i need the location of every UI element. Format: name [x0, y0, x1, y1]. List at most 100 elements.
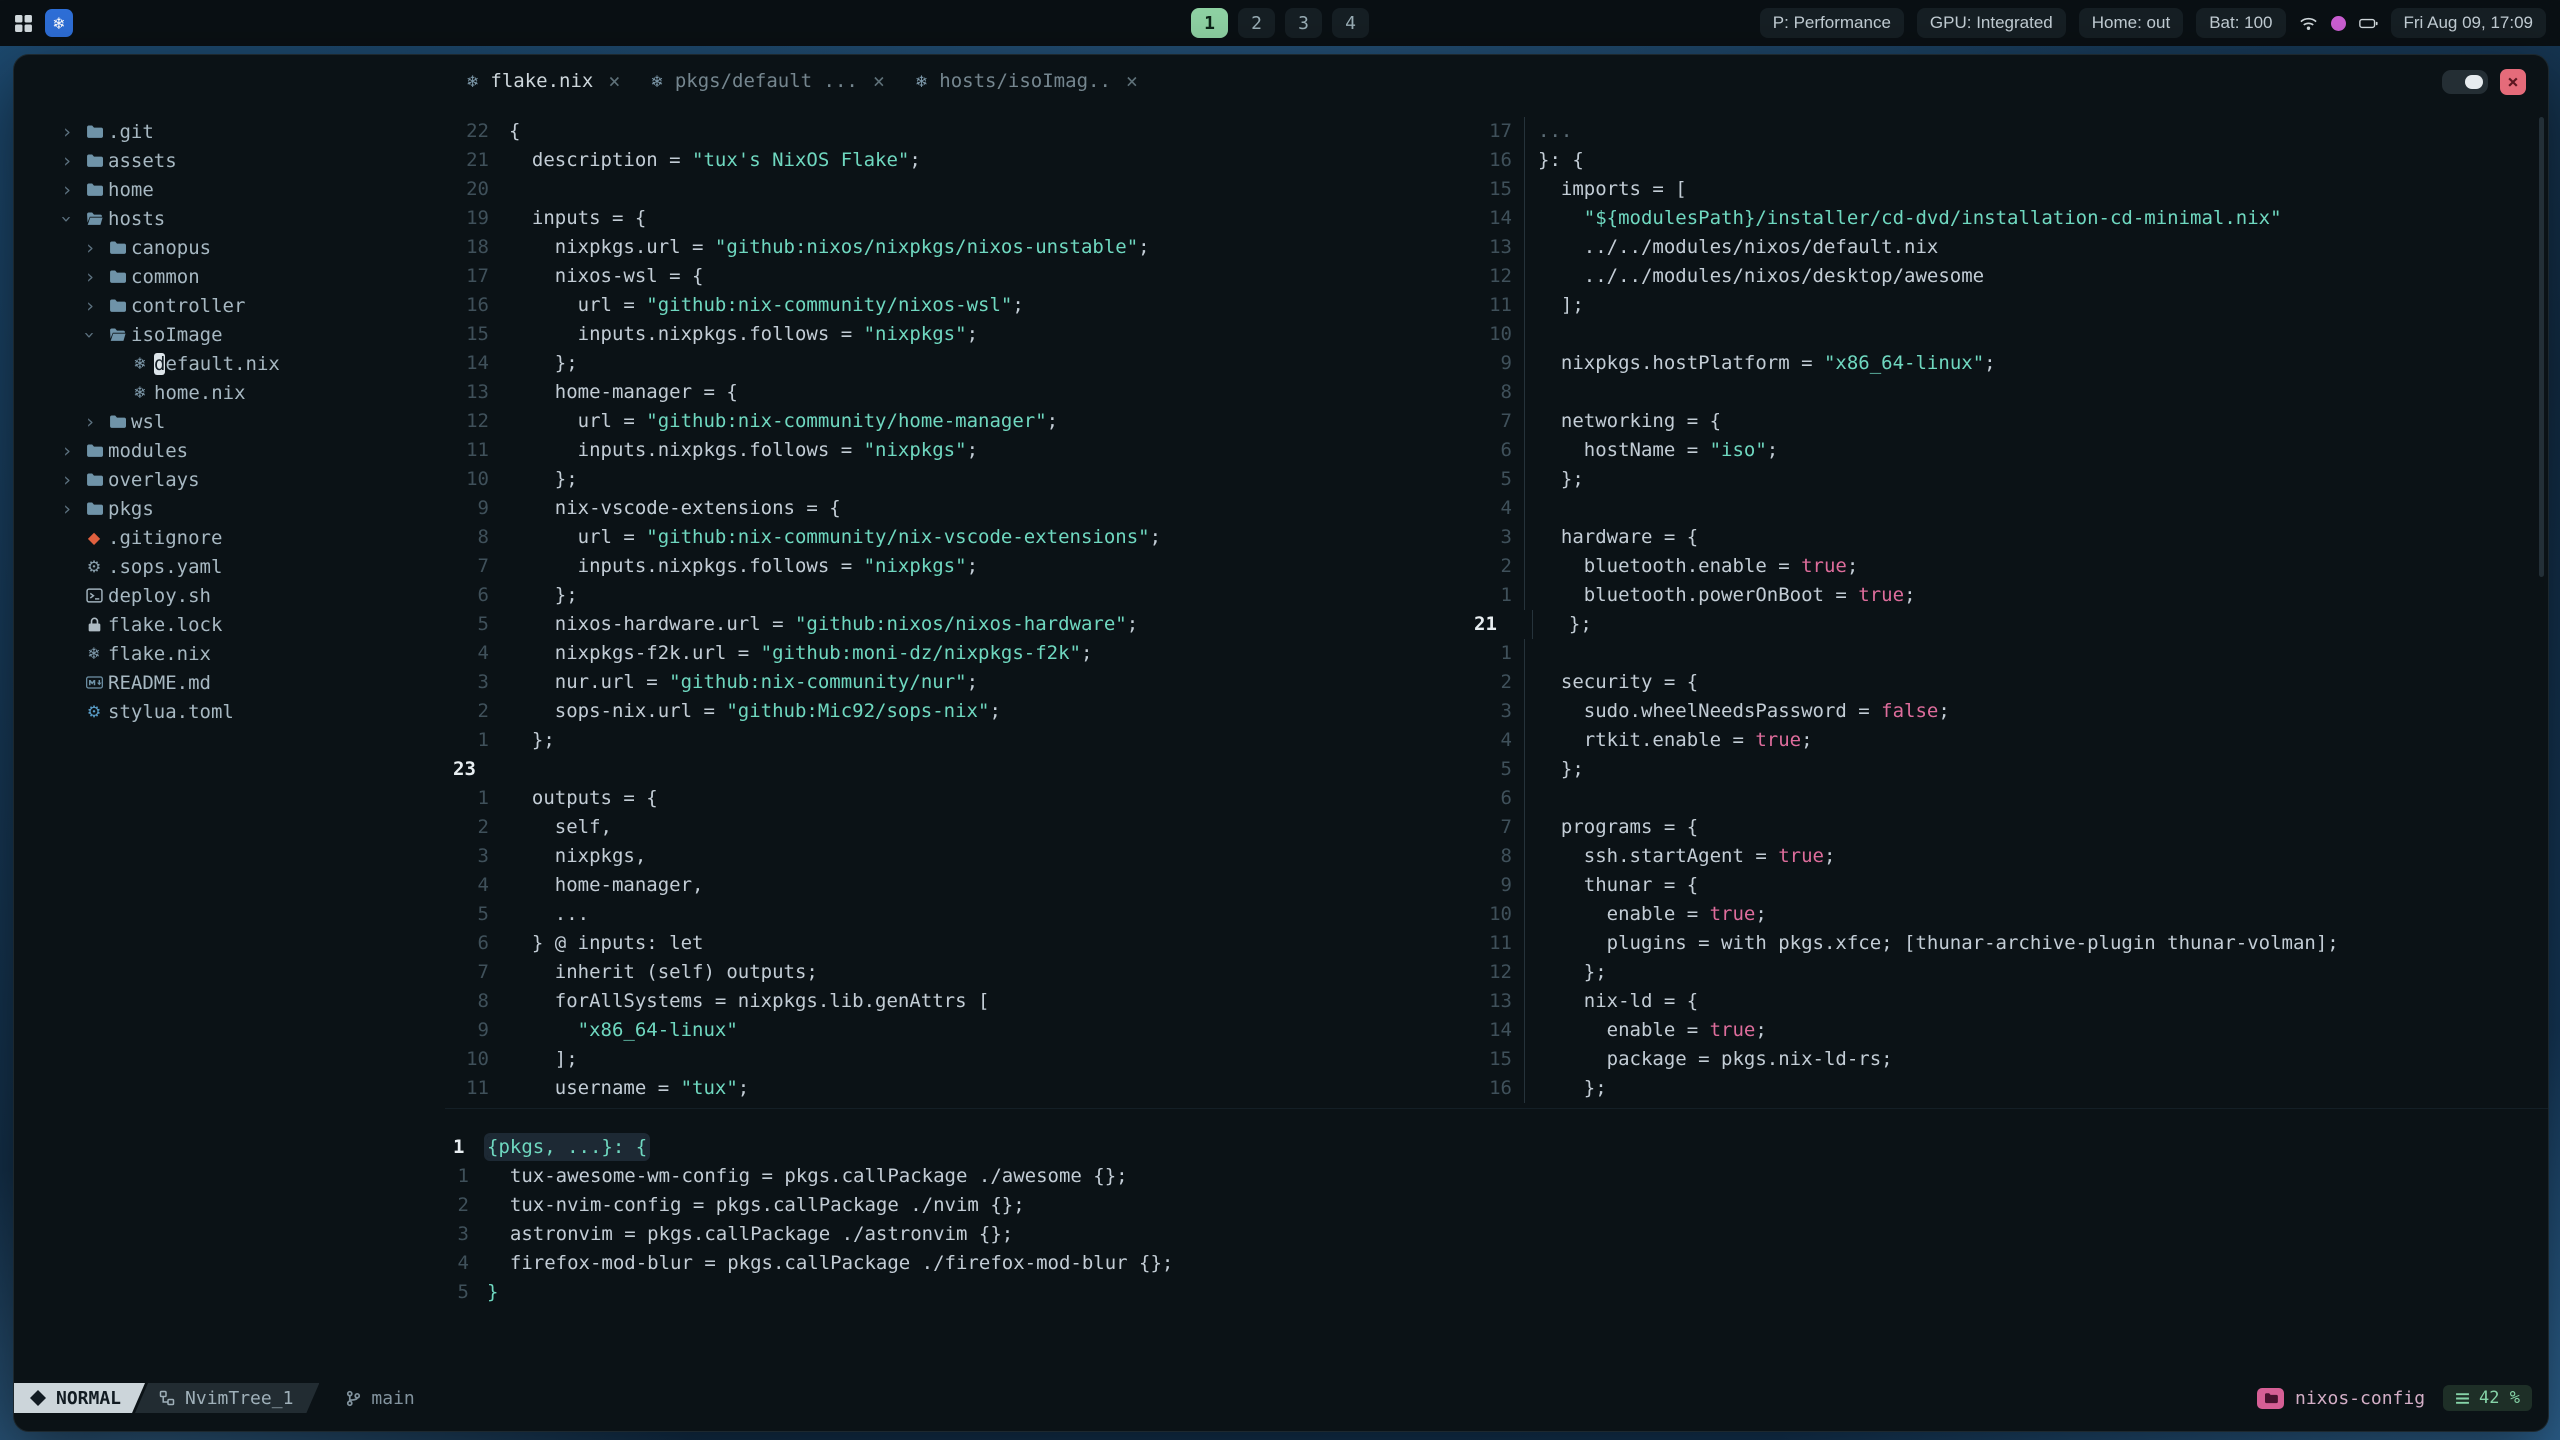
- code-line[interactable]: 2 security = {: [1466, 668, 2542, 697]
- scrollbar[interactable]: [2539, 117, 2544, 577]
- chevron-icon[interactable]: ›: [77, 266, 103, 288]
- code-line[interactable]: 1 bluetooth.powerOnBoot = true;: [1466, 581, 2542, 610]
- tree-item-flake.nix[interactable]: ❄ flake.nix: [14, 639, 445, 668]
- code-line[interactable]: 10: [1466, 320, 2542, 349]
- window-close-button[interactable]: ×: [2500, 69, 2526, 95]
- code-line[interactable]: 10 enable = true;: [1466, 900, 2542, 929]
- code-line[interactable]: 16 };: [1466, 1074, 2542, 1103]
- code-line[interactable]: 3 nur.url = "github:nix-community/nur";: [445, 668, 1466, 697]
- code-line[interactable]: 10 ];: [445, 1045, 1466, 1074]
- code-line[interactable]: 4 firefox-mod-blur = pkgs.callPackage ./…: [445, 1249, 2548, 1278]
- code-line[interactable]: 14 };: [445, 349, 1466, 378]
- code-line[interactable]: 12 ../../modules/nixos/desktop/awesome: [1466, 262, 2542, 291]
- chevron-icon[interactable]: ›: [54, 469, 80, 491]
- close-icon[interactable]: ×: [608, 69, 620, 93]
- code-line[interactable]: 10 };: [445, 465, 1466, 494]
- code-line[interactable]: 6 hostName = "iso";: [1466, 436, 2542, 465]
- tree-item-.sops.yaml[interactable]: ⚙ .sops.yaml: [14, 552, 445, 581]
- code-line[interactable]: 4 home-manager,: [445, 871, 1466, 900]
- code-line[interactable]: 19 inputs = {: [445, 204, 1466, 233]
- code-line[interactable]: 17...: [1466, 117, 2542, 146]
- code-line[interactable]: 9 nix-vscode-extensions = {: [445, 494, 1466, 523]
- code-line[interactable]: 13 ../../modules/nixos/default.nix: [1466, 233, 2542, 262]
- code-line[interactable]: 7 networking = {: [1466, 407, 2542, 436]
- code-line[interactable]: 9 nixpkgs.hostPlatform = "x86_64-linux";: [1466, 349, 2542, 378]
- code-line[interactable]: 21 description = "tux's NixOS Flake";: [445, 146, 1466, 175]
- chevron-icon[interactable]: ›: [54, 150, 80, 172]
- tree-item-.gitignore[interactable]: ◆ .gitignore: [14, 523, 445, 552]
- distro-logo-icon[interactable]: ❄: [45, 9, 73, 37]
- tree-item-home[interactable]: › home: [14, 175, 445, 204]
- window-toggle-button[interactable]: [2442, 70, 2488, 94]
- tree-item-assets[interactable]: › assets: [14, 146, 445, 175]
- tree-item-default.nix[interactable]: ❄ default.nix: [14, 349, 445, 378]
- code-line[interactable]: 5 ...: [445, 900, 1466, 929]
- tree-item-overlays[interactable]: › overlays: [14, 465, 445, 494]
- code-line[interactable]: 21 };: [1466, 610, 2542, 639]
- close-icon[interactable]: ×: [1126, 69, 1138, 93]
- code-line[interactable]: 13 home-manager = {: [445, 378, 1466, 407]
- code-line[interactable]: 15 inputs.nixpkgs.follows = "nixpkgs";: [445, 320, 1466, 349]
- code-line[interactable]: 8 ssh.startAgent = true;: [1466, 842, 2542, 871]
- code-line[interactable]: 13 nix-ld = {: [1466, 987, 2542, 1016]
- chevron-icon[interactable]: ›: [54, 440, 80, 462]
- code-line[interactable]: 9 "x86_64-linux": [445, 1016, 1466, 1045]
- code-line[interactable]: 20: [445, 175, 1466, 204]
- code-line[interactable]: 2 self,: [445, 813, 1466, 842]
- tab-flake.nix[interactable]: ❄ flake.nix ×: [466, 69, 620, 93]
- code-line[interactable]: 22 {: [445, 117, 1466, 146]
- tree-item-pkgs[interactable]: › pkgs: [14, 494, 445, 523]
- chevron-icon[interactable]: ›: [77, 295, 103, 317]
- code-line[interactable]: 6: [1466, 784, 2542, 813]
- buffer-name[interactable]: NvimTree_1: [135, 1383, 319, 1413]
- code-line[interactable]: 7 inputs.nixpkgs.follows = "nixpkgs";: [445, 552, 1466, 581]
- code-line[interactable]: 14 "${modulesPath}/installer/cd-dvd/inst…: [1466, 204, 2542, 233]
- tab-hosts/isoImag..[interactable]: ❄ hosts/isoImag.. ×: [915, 69, 1138, 93]
- code-line[interactable]: 5 };: [1466, 465, 2542, 494]
- chevron-icon[interactable]: ›: [77, 237, 103, 259]
- workspace-3[interactable]: 3: [1285, 8, 1322, 38]
- code-line[interactable]: 4 rtkit.enable = true;: [1466, 726, 2542, 755]
- chevron-icon[interactable]: ›: [54, 208, 80, 230]
- code-line[interactable]: 15 package = pkgs.nix-ld-rs;: [1466, 1045, 2542, 1074]
- code-line[interactable]: 3 sudo.wheelNeedsPassword = false;: [1466, 697, 2542, 726]
- code-line[interactable]: 11 ];: [1466, 291, 2542, 320]
- code-line[interactable]: 7 inherit (self) outputs;: [445, 958, 1466, 987]
- tree-item-controller[interactable]: › controller: [14, 291, 445, 320]
- code-line[interactable]: 12 };: [1466, 958, 2542, 987]
- code-line[interactable]: 5 };: [1466, 755, 2542, 784]
- tree-item-stylua.toml[interactable]: ⚙ stylua.toml: [14, 697, 445, 726]
- workspace-1[interactable]: 1: [1191, 8, 1228, 38]
- code-line[interactable]: 2 bluetooth.enable = true;: [1466, 552, 2542, 581]
- app-launcher-icon[interactable]: [14, 14, 33, 33]
- tree-item-hosts[interactable]: › hosts: [14, 204, 445, 233]
- code-line[interactable]: 1: [1466, 639, 2542, 668]
- code-line[interactable]: 6 } @ inputs: let: [445, 929, 1466, 958]
- code-line[interactable]: 8: [1466, 378, 2542, 407]
- code-line[interactable]: 16}: {: [1466, 146, 2542, 175]
- tree-item-isoImage[interactable]: › isoImage: [14, 320, 445, 349]
- code-line[interactable]: 11 username = "tux";: [445, 1074, 1466, 1103]
- workspace-4[interactable]: 4: [1332, 8, 1369, 38]
- tree-item-.git[interactable]: › .git: [14, 117, 445, 146]
- chevron-icon[interactable]: ›: [77, 411, 103, 433]
- code-line[interactable]: 1 outputs = {: [445, 784, 1466, 813]
- code-line[interactable]: 17 nixos-wsl = {: [445, 262, 1466, 291]
- code-line[interactable]: 2 sops-nix.url = "github:Mic92/sops-nix"…: [445, 697, 1466, 726]
- code-line[interactable]: 9 thunar = {: [1466, 871, 2542, 900]
- code-line[interactable]: 18 nixpkgs.url = "github:nixos/nixpkgs/n…: [445, 233, 1466, 262]
- code-line[interactable]: 15 imports = [: [1466, 175, 2542, 204]
- code-line[interactable]: 16 url = "github:nix-community/nixos-wsl…: [445, 291, 1466, 320]
- code-line[interactable]: 11 inputs.nixpkgs.follows = "nixpkgs";: [445, 436, 1466, 465]
- code-line[interactable]: 1 tux-awesome-wm-config = pkgs.callPacka…: [445, 1162, 2548, 1191]
- chevron-icon[interactable]: ›: [54, 121, 80, 143]
- tree-item-deploy.sh[interactable]: deploy.sh: [14, 581, 445, 610]
- code-line[interactable]: 4: [1466, 494, 2542, 523]
- tree-item-home.nix[interactable]: ❄ home.nix: [14, 378, 445, 407]
- code-line[interactable]: 4 nixpkgs-f2k.url = "github:moni-dz/nixp…: [445, 639, 1466, 668]
- code-line[interactable]: 1 };: [445, 726, 1466, 755]
- code-line[interactable]: 5}: [445, 1278, 2548, 1307]
- battery-icon[interactable]: [2358, 14, 2378, 33]
- chevron-icon[interactable]: ›: [77, 324, 103, 346]
- code-line[interactable]: 11 plugins = with pkgs.xfce; [thunar-arc…: [1466, 929, 2542, 958]
